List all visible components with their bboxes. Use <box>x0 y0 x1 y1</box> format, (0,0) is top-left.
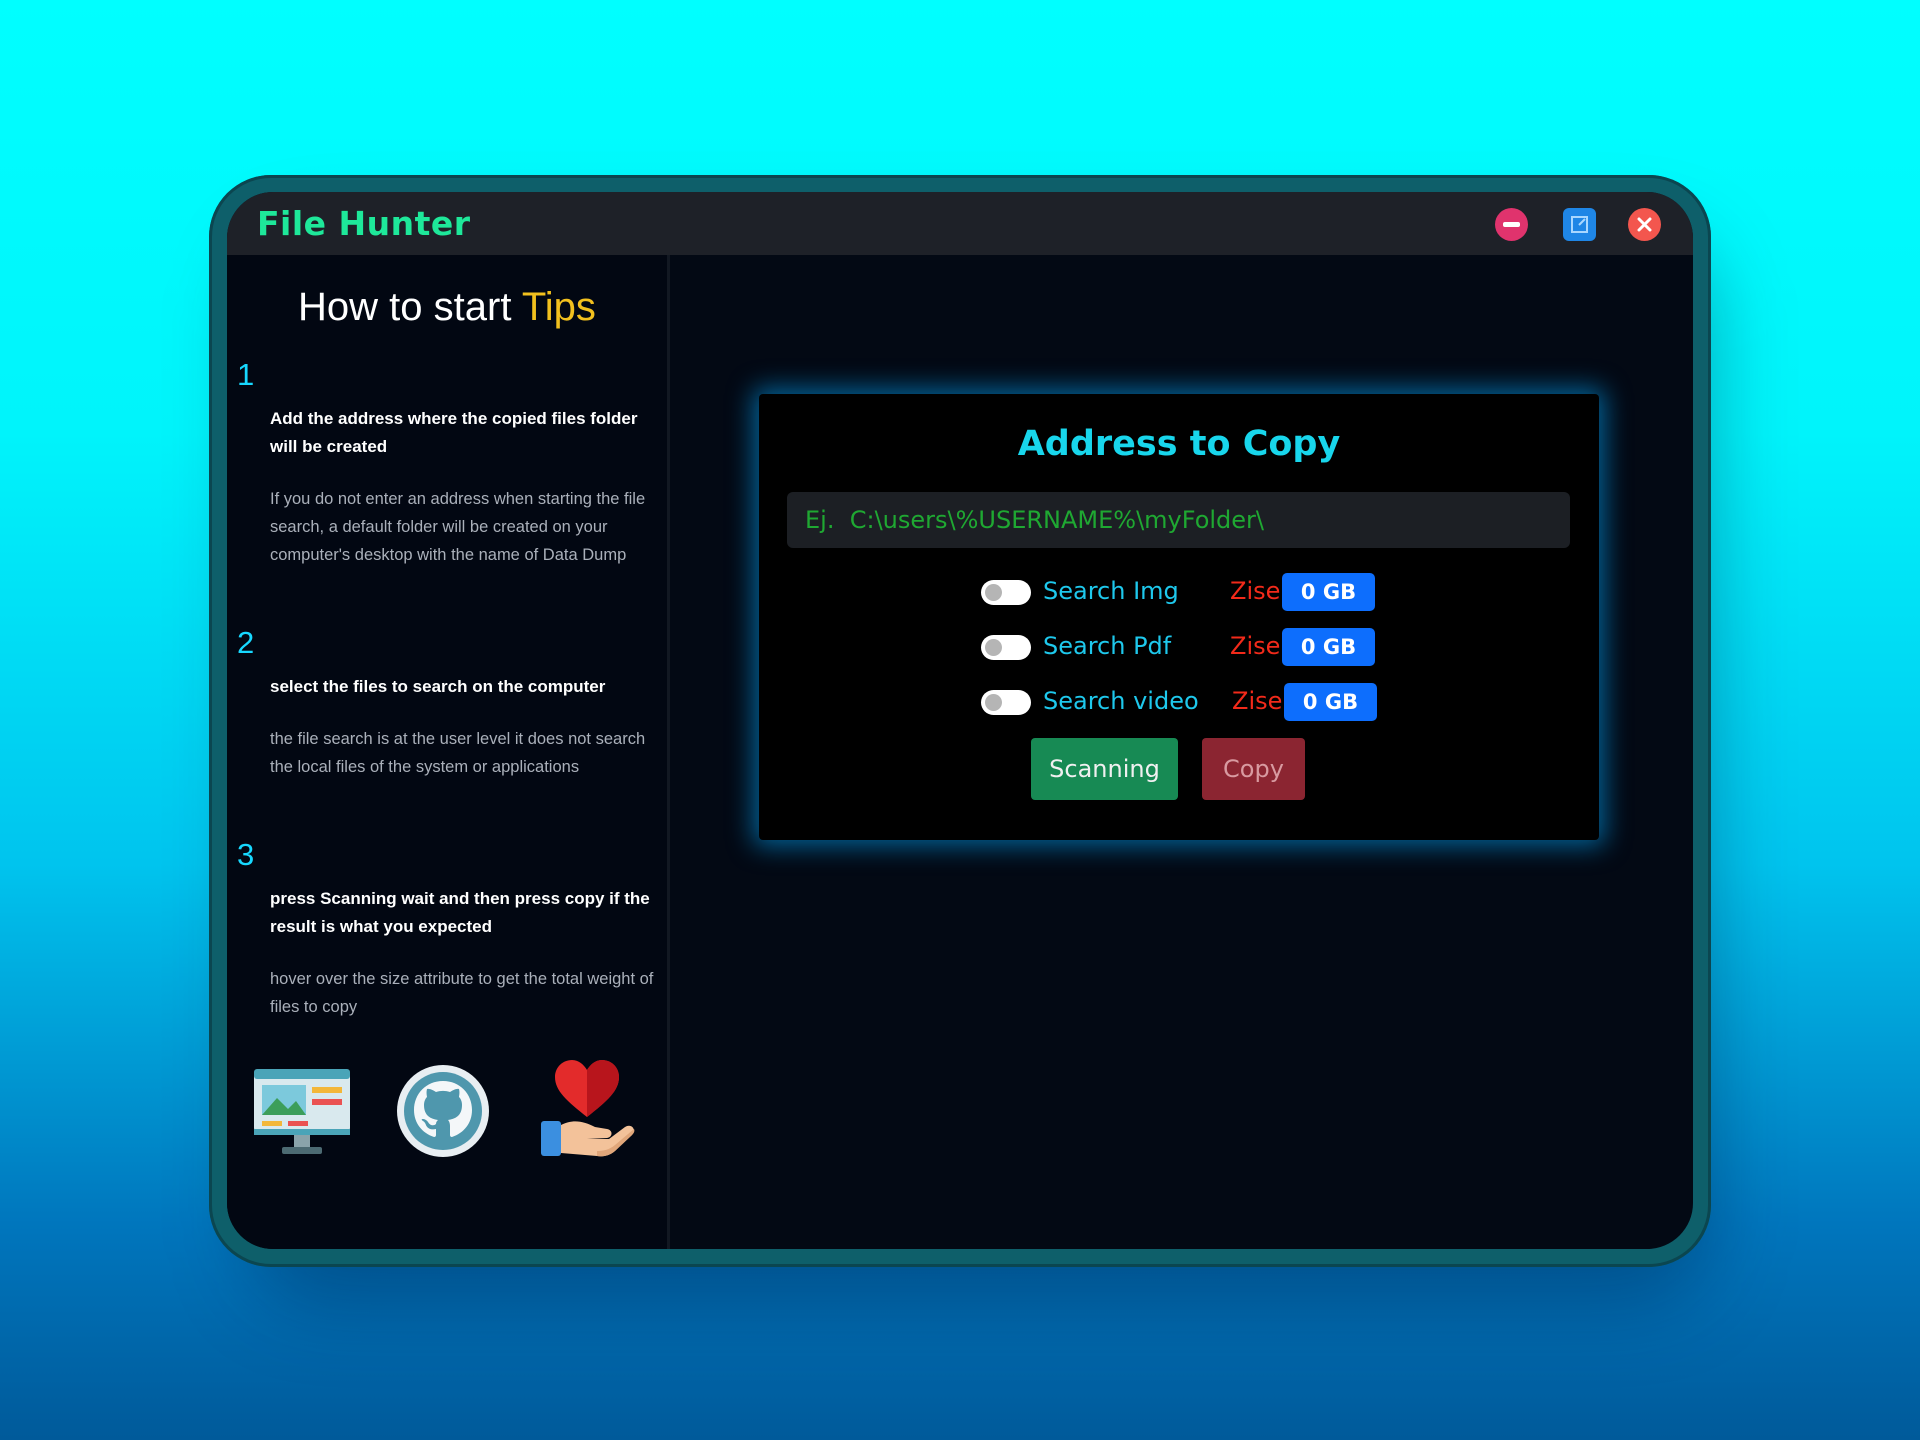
toggle-knob <box>985 584 1002 601</box>
option-row-img: Search Img Zise 0 GB <box>759 573 1599 613</box>
close-icon <box>1637 217 1652 232</box>
toggle-knob <box>985 639 1002 656</box>
size-badge[interactable]: 0 GB <box>1282 628 1375 666</box>
step-heading: Add the address where the copied files f… <box>270 409 638 456</box>
footer-icons <box>227 1055 667 1165</box>
github-icon[interactable] <box>395 1063 491 1164</box>
option-label: Search Pdf <box>1043 632 1172 660</box>
option-row-video: Search video Zise 0 GB <box>759 683 1599 723</box>
toggle-search-pdf[interactable] <box>981 635 1031 660</box>
close-button[interactable] <box>1628 208 1661 241</box>
step-description: the file search is at the user level it … <box>270 730 646 776</box>
heart-hand-icon[interactable] <box>537 1055 637 1165</box>
option-label: Search Img <box>1043 577 1179 605</box>
size-label[interactable]: Zise <box>1230 577 1280 605</box>
toggle-search-img[interactable] <box>981 580 1031 605</box>
step-number: 1 <box>237 357 255 392</box>
app-window: File Hunter How to start Tips 1 Add the … <box>227 192 1693 1249</box>
size-label[interactable]: Zise <box>1232 687 1282 715</box>
option-label: Search video <box>1043 687 1199 715</box>
copy-button[interactable]: Copy <box>1202 738 1305 800</box>
title-bar[interactable]: File Hunter <box>227 192 1693 255</box>
app-title: File Hunter <box>257 204 471 243</box>
step-heading: select the files to search on the comput… <box>270 677 606 696</box>
tips-sidebar: How to start Tips 1 Add the address wher… <box>227 255 670 1249</box>
tips-title-highlight: Tips <box>521 285 596 329</box>
minimize-button[interactable] <box>1495 208 1528 241</box>
address-input[interactable] <box>787 492 1570 548</box>
minus-icon <box>1503 221 1520 227</box>
step-heading: press Scanning wait and then press copy … <box>270 889 650 936</box>
address-panel: Address to Copy Search Img Zise 0 GB Sea… <box>759 394 1599 840</box>
scanning-button[interactable]: Scanning <box>1031 738 1178 800</box>
size-badge[interactable]: 0 GB <box>1282 573 1375 611</box>
panel-title: Address to Copy <box>1017 424 1341 464</box>
step-description: If you do not enter an address when star… <box>270 490 646 564</box>
option-row-pdf: Search Pdf Zise 0 GB <box>759 628 1599 668</box>
step-description: hover over the size attribute to get the… <box>270 970 654 1016</box>
desktop-monitor-icon[interactable] <box>252 1065 352 1165</box>
maximize-button[interactable] <box>1563 208 1596 241</box>
toggle-search-video[interactable] <box>981 690 1031 715</box>
window-icon <box>1571 216 1588 233</box>
step-number: 3 <box>237 837 255 872</box>
step-number: 2 <box>237 625 255 660</box>
size-badge[interactable]: 0 GB <box>1284 683 1377 721</box>
toggle-knob <box>985 694 1002 711</box>
tips-title: How to start Tips <box>298 285 596 329</box>
size-label[interactable]: Zise <box>1230 632 1280 660</box>
